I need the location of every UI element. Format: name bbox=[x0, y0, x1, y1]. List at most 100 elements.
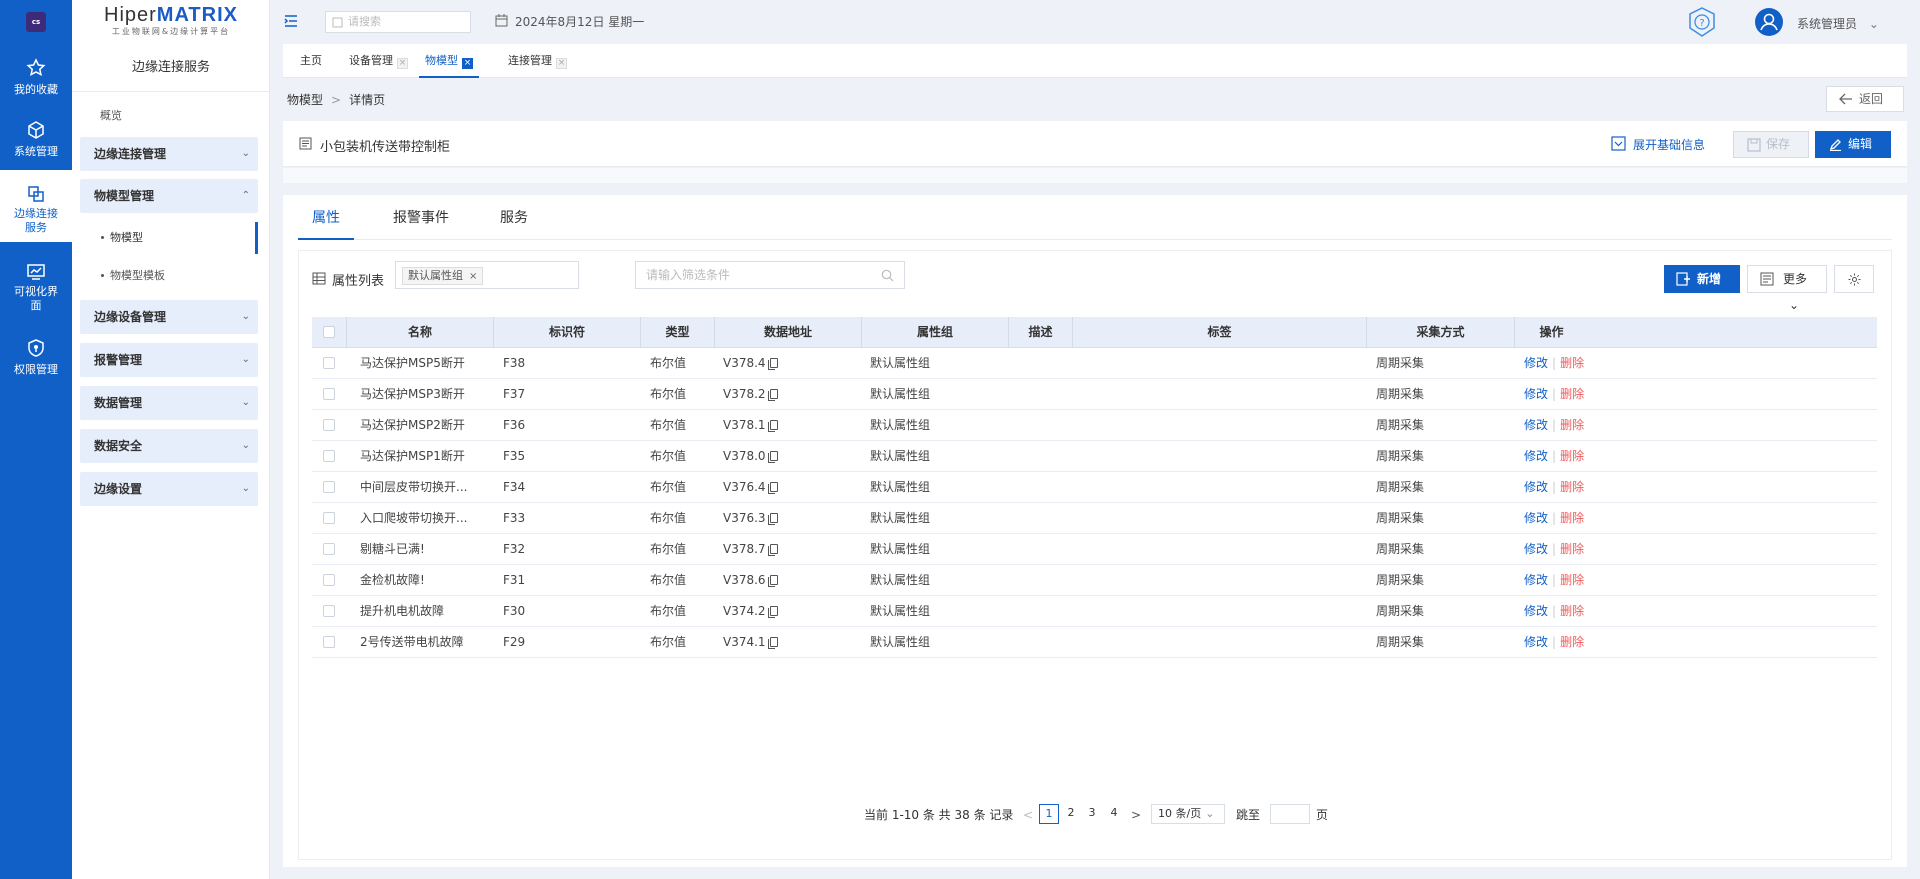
sidebar-group-edge-connect[interactable]: 边缘连接管理 ⌄ bbox=[80, 137, 258, 171]
delete-link[interactable]: 删除 bbox=[1560, 542, 1584, 556]
breadcrumb-root[interactable]: 物模型 bbox=[287, 93, 323, 107]
delete-link[interactable]: 删除 bbox=[1560, 449, 1584, 463]
edit-button[interactable]: 编辑 bbox=[1815, 131, 1891, 158]
copy-icon[interactable] bbox=[767, 482, 778, 494]
add-button[interactable]: 新增 bbox=[1664, 265, 1740, 293]
page-2[interactable]: 2 bbox=[1061, 804, 1081, 824]
sidebar-group-settings[interactable]: 边缘设置 ⌄ bbox=[80, 472, 258, 506]
row-checkbox[interactable] bbox=[323, 605, 335, 617]
sidebar-group-data[interactable]: 数据管理 ⌄ bbox=[80, 386, 258, 420]
delete-link[interactable]: 删除 bbox=[1560, 356, 1584, 370]
rail-item-visual[interactable]: 可视化界 面 bbox=[0, 262, 72, 313]
tab-properties[interactable]: 属性 bbox=[298, 195, 354, 240]
edit-link[interactable]: 修改 bbox=[1524, 604, 1548, 618]
close-icon[interactable]: × bbox=[397, 58, 408, 69]
delete-link[interactable]: 删除 bbox=[1560, 635, 1584, 649]
copy-icon[interactable] bbox=[767, 389, 778, 401]
tab-services[interactable]: 服务 bbox=[500, 195, 528, 240]
app-logo-icon[interactable]: cs bbox=[26, 12, 46, 32]
rail-item-permission[interactable]: 权限管理 bbox=[0, 338, 72, 377]
copy-icon[interactable] bbox=[767, 606, 778, 618]
more-button[interactable]: 更多 ⌄ bbox=[1747, 265, 1827, 312]
tab-model[interactable]: 物模型 × bbox=[419, 44, 479, 78]
edit-link[interactable]: 修改 bbox=[1524, 573, 1548, 587]
row-checkbox[interactable] bbox=[323, 574, 335, 586]
search-input[interactable]: 请搜索 bbox=[325, 11, 471, 33]
page-3[interactable]: 3 bbox=[1082, 804, 1102, 824]
edit-link[interactable]: 修改 bbox=[1524, 356, 1548, 370]
rail-item-edge-service[interactable]: 边缘连接 服务 bbox=[0, 170, 72, 242]
copy-icon[interactable] bbox=[767, 358, 778, 370]
filter-input[interactable]: 请输入筛选条件 bbox=[635, 261, 905, 289]
edit-link[interactable]: 修改 bbox=[1524, 635, 1548, 649]
row-checkbox[interactable] bbox=[323, 388, 335, 400]
sidebar-group-alarm[interactable]: 报警管理 ⌄ bbox=[80, 343, 258, 377]
column-header[interactable]: 属性组 bbox=[861, 317, 1008, 348]
tab-alarm-events[interactable]: 报警事件 bbox=[393, 195, 449, 240]
page-size-select[interactable]: 10 条/页 ⌄ bbox=[1151, 804, 1225, 824]
sidebar-item-overview[interactable]: 概览 bbox=[100, 107, 122, 123]
edit-link[interactable]: 修改 bbox=[1524, 387, 1548, 401]
close-icon[interactable]: × bbox=[462, 58, 473, 69]
help-icon[interactable]: ? bbox=[1687, 6, 1717, 38]
column-header[interactable]: 操作 bbox=[1514, 317, 1588, 348]
page-4[interactable]: 4 bbox=[1104, 804, 1124, 824]
back-button[interactable]: 返回 bbox=[1826, 86, 1904, 112]
sidebar-group-model[interactable]: 物模型管理 ⌃ bbox=[80, 179, 258, 213]
chevron-left-icon[interactable]: < bbox=[1023, 804, 1033, 826]
column-header[interactable]: 类型 bbox=[640, 317, 714, 348]
rail-item-favorites[interactable]: 我的收藏 bbox=[0, 58, 72, 97]
copy-icon[interactable] bbox=[767, 637, 778, 649]
delete-link[interactable]: 删除 bbox=[1560, 573, 1584, 587]
row-checkbox[interactable] bbox=[323, 450, 335, 462]
copy-icon[interactable] bbox=[767, 451, 778, 463]
avatar[interactable] bbox=[1755, 8, 1783, 36]
sidebar-group-security[interactable]: 数据安全 ⌄ bbox=[80, 429, 258, 463]
delete-link[interactable]: 删除 bbox=[1560, 480, 1584, 494]
row-checkbox[interactable] bbox=[323, 636, 335, 648]
edit-link[interactable]: 修改 bbox=[1524, 449, 1548, 463]
settings-button[interactable] bbox=[1834, 265, 1874, 293]
expand-basic-info-link[interactable]: 展开基础信息 bbox=[1611, 136, 1705, 153]
row-checkbox[interactable] bbox=[323, 357, 335, 369]
edit-link[interactable]: 修改 bbox=[1524, 511, 1548, 525]
delete-link[interactable]: 删除 bbox=[1560, 418, 1584, 432]
copy-icon[interactable] bbox=[767, 513, 778, 525]
save-button[interactable]: 保存 bbox=[1733, 131, 1809, 158]
user-menu[interactable]: 系统管理员 ⌄ bbox=[1797, 15, 1879, 32]
tab-device-management[interactable]: 设备管理 × bbox=[349, 44, 408, 78]
column-header[interactable]: 标识符 bbox=[493, 317, 640, 348]
close-icon[interactable]: × bbox=[556, 58, 567, 69]
chevron-right-icon[interactable]: > bbox=[1131, 804, 1141, 826]
edit-link[interactable]: 修改 bbox=[1524, 418, 1548, 432]
sidebar-item-model-template[interactable]: 物模型模板 bbox=[80, 260, 258, 292]
rail-item-system[interactable]: 系统管理 bbox=[0, 120, 72, 159]
copy-icon[interactable] bbox=[767, 544, 778, 556]
jump-page-input[interactable] bbox=[1270, 804, 1310, 824]
sidebar-group-edge-device[interactable]: 边缘设备管理 ⌄ bbox=[80, 300, 258, 334]
column-header[interactable]: 描述 bbox=[1008, 317, 1072, 348]
column-header[interactable]: 数据地址 bbox=[714, 317, 861, 348]
copy-icon[interactable] bbox=[767, 420, 778, 432]
select-all-checkbox[interactable] bbox=[323, 326, 335, 338]
copy-icon[interactable] bbox=[767, 575, 778, 587]
delete-link[interactable]: 删除 bbox=[1560, 511, 1584, 525]
edit-link[interactable]: 修改 bbox=[1524, 542, 1548, 556]
close-icon[interactable]: × bbox=[469, 271, 477, 282]
column-header[interactable]: 标签 bbox=[1072, 317, 1366, 348]
delete-link[interactable]: 删除 bbox=[1560, 604, 1584, 618]
tab-connection-management[interactable]: 连接管理 × bbox=[508, 44, 567, 78]
menu-fold-icon[interactable] bbox=[283, 13, 299, 29]
sidebar-item-model[interactable]: 物模型 bbox=[80, 222, 258, 254]
property-group-select[interactable]: 默认属性组 × bbox=[395, 261, 579, 289]
page-1[interactable]: 1 bbox=[1039, 804, 1059, 824]
column-header[interactable]: 采集方式 bbox=[1366, 317, 1514, 348]
edit-link[interactable]: 修改 bbox=[1524, 480, 1548, 494]
tab-home[interactable]: 主页 bbox=[300, 44, 322, 78]
column-header[interactable]: 名称 bbox=[346, 317, 493, 348]
delete-link[interactable]: 删除 bbox=[1560, 387, 1584, 401]
row-checkbox[interactable] bbox=[323, 419, 335, 431]
row-checkbox[interactable] bbox=[323, 481, 335, 493]
row-checkbox[interactable] bbox=[323, 543, 335, 555]
row-checkbox[interactable] bbox=[323, 512, 335, 524]
